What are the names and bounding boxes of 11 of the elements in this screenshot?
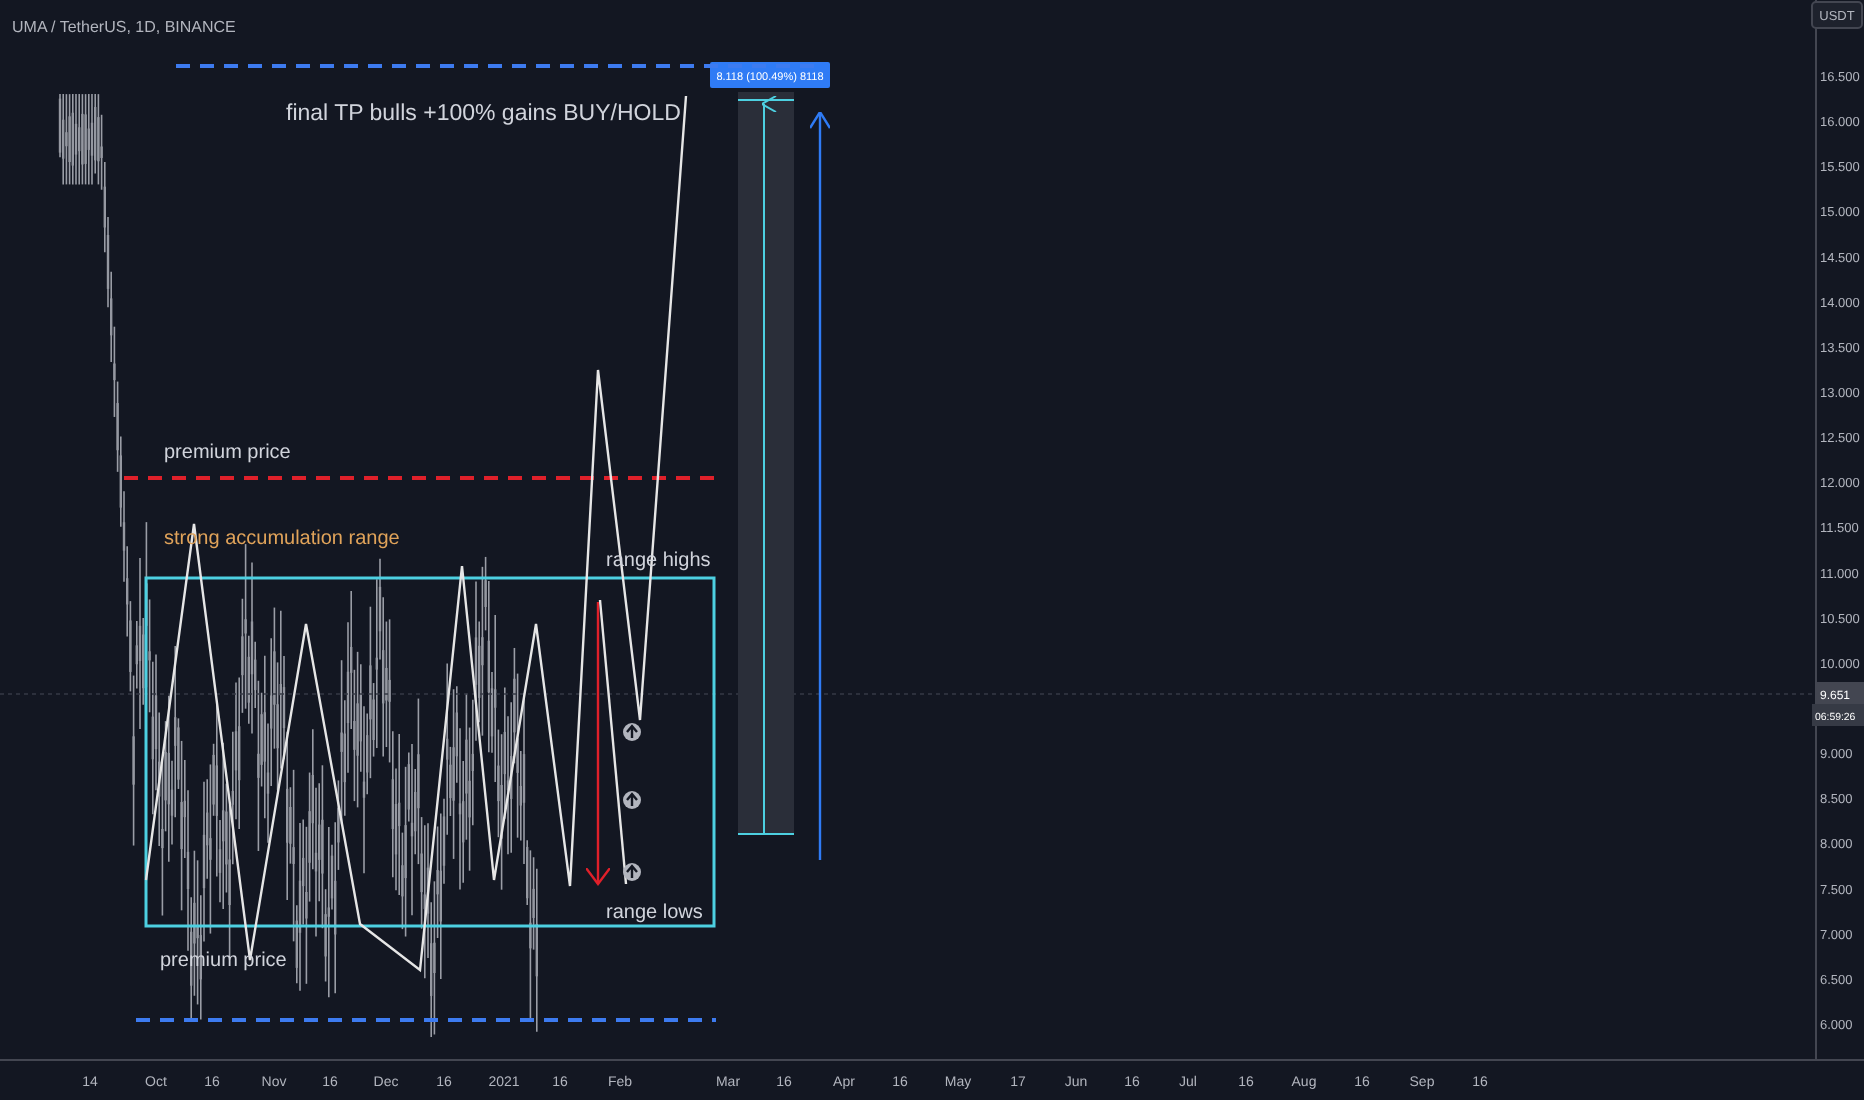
symbol-title: UMA / TetherUS, 1D, BINANCE — [12, 18, 236, 36]
chart-annotation: final TP bulls +100% gains BUY/HOLD — [286, 102, 681, 126]
up-arrow-icon — [623, 723, 641, 741]
measure-badge — [710, 62, 830, 88]
measure-top-line — [737, 99, 795, 101]
up-arrow-icon — [623, 863, 641, 881]
measure-bottom-line — [737, 833, 795, 835]
countdown-badge — [1812, 704, 1864, 726]
chart-annotation: premium price — [164, 442, 291, 464]
up-arrow-icon — [623, 791, 641, 809]
chart-annotation: range lows — [606, 902, 703, 924]
